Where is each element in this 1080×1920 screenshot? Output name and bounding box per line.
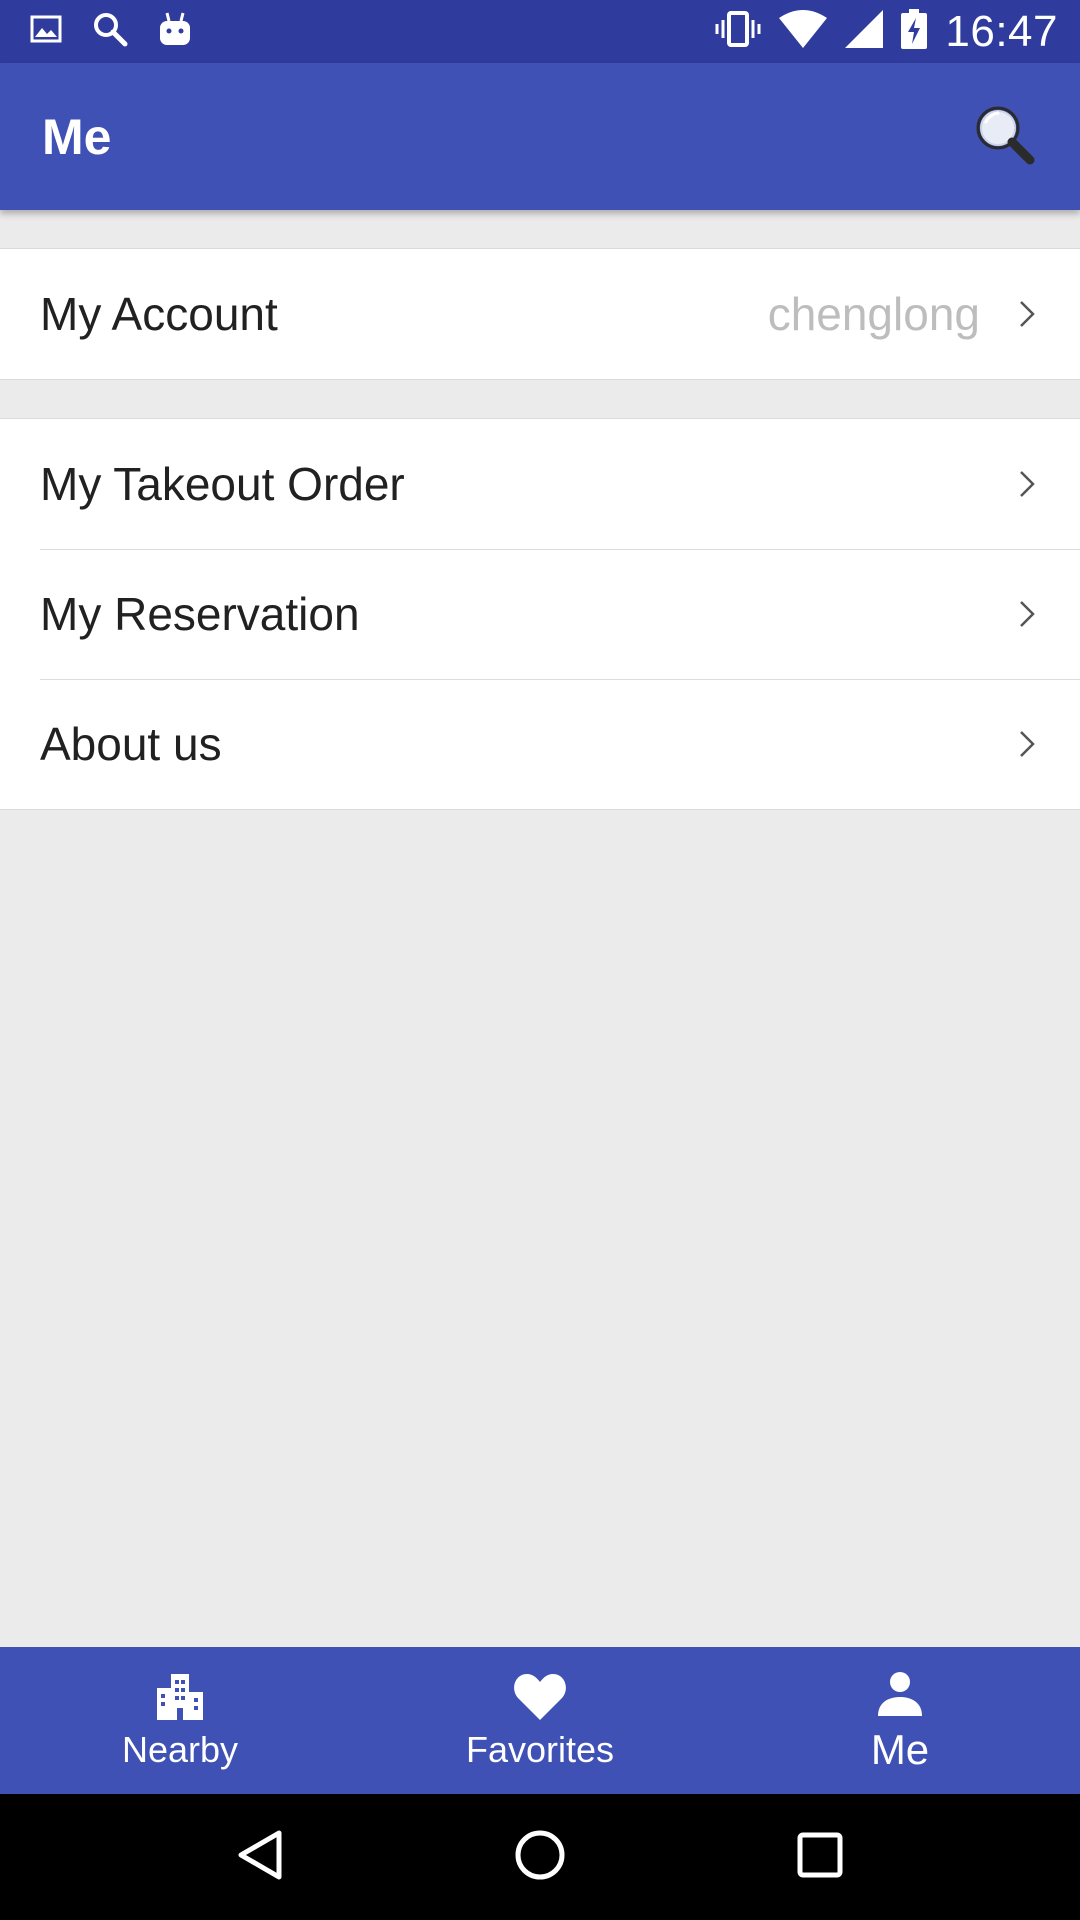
battery-charging-icon (901, 9, 928, 54)
signal-icon (845, 10, 884, 53)
row-label: My Takeout Order (40, 458, 405, 510)
menu-group: My Takeout Order My Reservation About us (0, 418, 1080, 810)
row-label: My Account (40, 288, 278, 340)
chevron-right-icon (1014, 729, 1040, 759)
my-account-row[interactable]: My Account chenglong (0, 249, 1080, 379)
recents-button[interactable] (780, 1817, 860, 1897)
heart-icon (512, 1671, 568, 1723)
status-time: 16:47 (945, 6, 1058, 56)
settings-list: My Account chenglong My Takeout Order My… (0, 210, 1080, 1647)
person-icon (872, 1668, 928, 1720)
bottom-navigation: Nearby Favorites Me (0, 1647, 1080, 1794)
vibrate-icon (715, 10, 761, 53)
chevron-right-icon (1014, 299, 1040, 329)
nav-label: Nearby (121, 1728, 239, 1770)
nav-me[interactable]: Me (720, 1647, 1080, 1794)
nav-label: Favorites (465, 1728, 615, 1770)
status-right-icons: 16:47 (715, 7, 1058, 57)
home-button[interactable] (500, 1817, 580, 1897)
app-bar: Me (0, 63, 1080, 210)
recents-icon (796, 1831, 844, 1884)
search-icon (92, 11, 128, 52)
account-group: My Account chenglong (0, 248, 1080, 380)
row-label: About us (40, 718, 222, 770)
account-username: chenglong (767, 288, 980, 340)
chevron-right-icon (1014, 599, 1040, 629)
search-icon (972, 102, 1036, 171)
search-button[interactable] (968, 101, 1040, 173)
status-left-icons (30, 11, 192, 52)
back-button[interactable] (220, 1817, 300, 1897)
status-bar: 16:47 (0, 0, 1080, 63)
my-reservation-row[interactable]: My Reservation (0, 549, 1080, 679)
nav-label: Me (870, 1725, 930, 1773)
wifi-icon (779, 10, 828, 53)
about-us-row[interactable]: About us (0, 679, 1080, 809)
nav-nearby[interactable]: Nearby (0, 1647, 360, 1794)
system-navigation-bar (0, 1794, 1080, 1920)
nav-favorites[interactable]: Favorites (360, 1647, 720, 1794)
android-icon (158, 11, 192, 52)
home-icon (513, 1828, 567, 1887)
back-icon (235, 1829, 285, 1886)
page-title: Me (42, 108, 112, 165)
my-takeout-order-row[interactable]: My Takeout Order (0, 419, 1080, 549)
image-icon (30, 15, 62, 48)
row-label: My Reservation (40, 588, 360, 640)
chevron-right-icon (1014, 469, 1040, 499)
city-icon (152, 1671, 208, 1723)
